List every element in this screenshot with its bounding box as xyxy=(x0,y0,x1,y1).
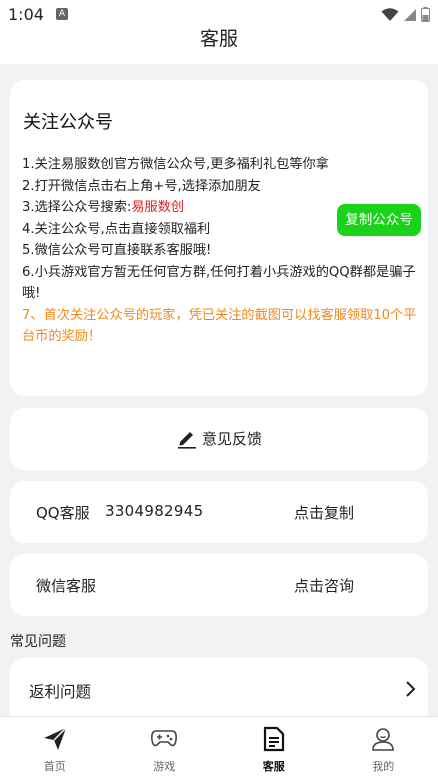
tab-label: 首页 xyxy=(43,760,66,773)
wechat-service-label: 微信客服 xyxy=(36,577,97,595)
qq-service-label: QQ客服 xyxy=(36,504,90,522)
instruction-line: 6.小兵游戏官方暂无任何官方群,任何打着小兵游戏的QQ群都是骗子哦! xyxy=(22,264,416,302)
instruction-line-prefix: 3.选择公众号搜索: xyxy=(22,200,132,215)
copy-official-account-button[interactable]: 复制公众号 xyxy=(337,204,421,236)
user-icon xyxy=(372,728,395,751)
tab-label: 我的 xyxy=(372,760,395,773)
qq-number: 3304982945 xyxy=(105,502,204,520)
status-icons xyxy=(381,7,430,22)
status-time: 1:04 xyxy=(8,5,44,24)
instruction-line: 1.关注易服数创官方微信公众号,更多福利礼包等你拿 xyxy=(22,157,329,172)
faq-item-label: 返利问题 xyxy=(29,683,92,701)
tab-games[interactable]: 游戏 xyxy=(110,717,220,780)
notification-icon: A xyxy=(56,8,68,20)
document-icon xyxy=(263,726,284,752)
page-title: 客服 xyxy=(199,28,238,50)
status-bar: 1:04 A xyxy=(0,0,438,30)
copy-qq-button[interactable]: 点击复制 xyxy=(294,502,354,523)
tab-label: 游戏 xyxy=(153,760,176,773)
edit-pencil-icon xyxy=(177,432,196,449)
tab-label: 客服 xyxy=(262,760,285,773)
faq-heading: 常见问题 xyxy=(10,634,66,650)
paper-plane-icon xyxy=(43,727,67,750)
tab-home[interactable]: 首页 xyxy=(0,717,110,780)
official-account-instructions: 1.关注易服数创官方微信公众号,更多福利礼包等你拿 2.打开微信点击右上角+号,… xyxy=(22,154,422,348)
wifi-icon xyxy=(381,7,399,21)
chevron-right-icon xyxy=(406,681,416,697)
header: 客服 xyxy=(0,30,438,64)
tab-profile[interactable]: 我的 xyxy=(329,717,438,780)
instruction-line: 5.微信公众号可直接联系客服哦! xyxy=(22,243,212,258)
bottom-tab-bar: 首页 游戏 客服 我的 xyxy=(0,716,438,780)
battery-icon xyxy=(421,7,430,22)
tab-customer-service[interactable]: 客服 xyxy=(219,717,329,780)
consult-wechat-button[interactable]: 点击咨询 xyxy=(294,575,354,596)
feedback-button[interactable]: 意见反馈 xyxy=(10,427,428,449)
faq-item[interactable]: 返利问题 xyxy=(10,658,428,720)
qq-service-card: QQ客服 3304982945 点击复制 xyxy=(10,481,428,543)
feedback-label: 意见反馈 xyxy=(201,429,262,448)
account-name-highlight: 易服数创 xyxy=(131,200,185,215)
official-account-title: 关注公众号 xyxy=(23,112,113,133)
reward-notice: 7、首次关注公众号的玩家，凭已关注的截图可以找客服领取10个平台币的奖励！ xyxy=(22,307,417,345)
wechat-service-card: 微信客服 点击咨询 xyxy=(10,554,428,616)
gamepad-icon xyxy=(151,730,178,747)
signal-icon xyxy=(404,8,416,21)
feedback-card[interactable]: 意见反馈 xyxy=(10,408,428,470)
official-account-card: 关注公众号 1.关注易服数创官方微信公众号,更多福利礼包等你拿 2.打开微信点击… xyxy=(10,80,428,396)
instruction-line: 2.打开微信点击右上角+号,选择添加朋友 xyxy=(22,178,261,194)
